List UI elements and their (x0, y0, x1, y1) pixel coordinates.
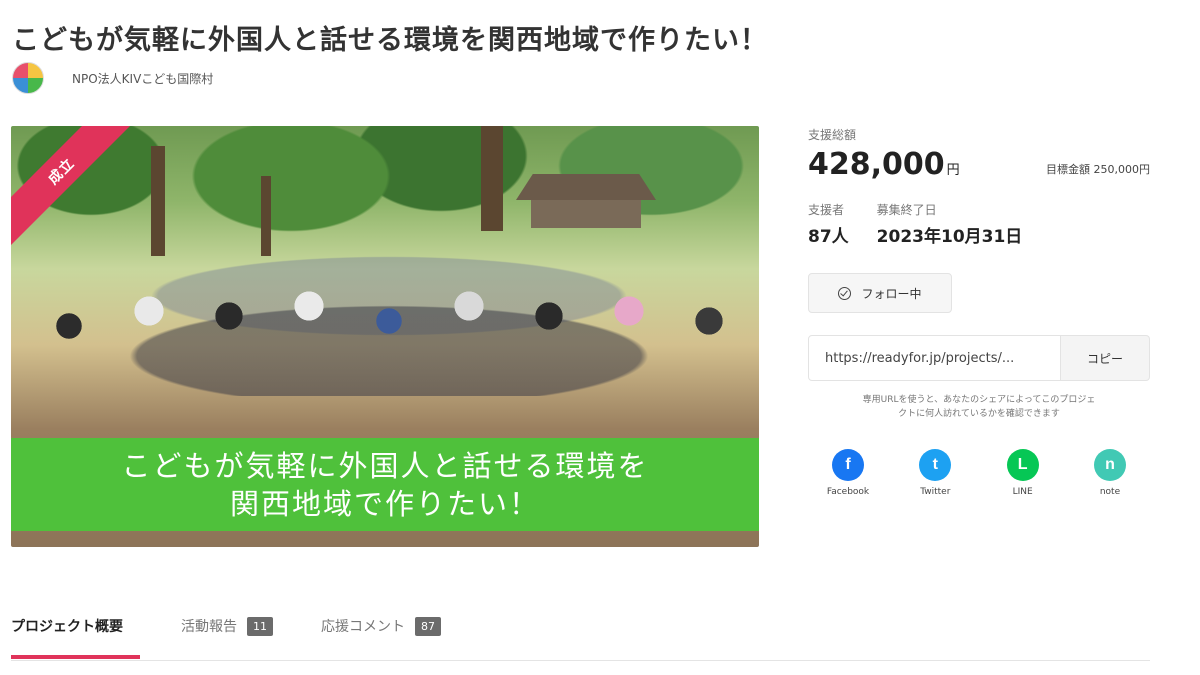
total-label: 支援総額 (808, 128, 857, 142)
end-date-value: 2023年10月31日 (876, 227, 1023, 247)
currency-label: 円 (946, 163, 960, 178)
twitter-icon[interactable]: t (919, 449, 952, 481)
owner-avatar[interactable] (12, 62, 44, 94)
goal-amount: 目標金額 250,000円 (1046, 163, 1150, 176)
share-line[interactable]: L LINE (993, 449, 1053, 497)
share-note-line-2: クトに何人訪れているかを確認できます (898, 409, 1060, 419)
share-buttons: f Facebook t Twitter L LINE n note (808, 449, 1150, 497)
share-twitter[interactable]: t Twitter (905, 449, 965, 497)
banner-line-1: こどもが気軽に外国人と話せる環境を (121, 448, 649, 483)
support-panel: 支援総額 428,000 円 目標金額 250,000円 支援者 87人 募集終了… (808, 126, 1150, 497)
supporters-value: 87人 (808, 227, 849, 247)
project-title: こどもが気軽に外国人と話せる環境を関西地域で作りたい！ (12, 25, 768, 56)
tab-comments-label: 応援コメント (321, 619, 405, 635)
share-note-line-1: 専用URLを使うと、あなたのシェアによってこのプロジェ (862, 395, 1096, 405)
supporters-label: 支援者 (808, 203, 845, 217)
line-icon[interactable]: L (1006, 449, 1039, 481)
owner-info[interactable]: NPO法人KIVこども国際村 (12, 62, 213, 94)
tab-overview[interactable]: プロジェクト概要 (11, 616, 123, 636)
share-url-row: https://readyfor.jp/projects/... コピー (808, 335, 1150, 381)
gazebo-roof (516, 174, 656, 200)
hero-image: こどもが気軽に外国人と話せる環境を 関西地域で作りたい！ 成立 (11, 126, 759, 547)
share-facebook[interactable]: f Facebook (818, 449, 878, 497)
tab-comments[interactable]: 応援コメント 87 (321, 616, 441, 636)
stats-row: 支援者 87人 募集終了日 2023年10月31日 (808, 201, 1150, 247)
copy-button[interactable]: コピー (1061, 335, 1150, 381)
share-note-button[interactable]: n note (1080, 449, 1140, 497)
tab-overview-label: プロジェクト概要 (11, 619, 123, 635)
supporters-stat: 支援者 87人 (808, 201, 849, 247)
share-note: 専用URLを使うと、あなたのシェアによってこのプロジェ クトに何人訪れているかを… (808, 393, 1150, 421)
share-label: LINE (1012, 487, 1033, 497)
owner-name[interactable]: NPO法人KIVこども国際村 (72, 70, 213, 87)
hero-banner: こどもが気軽に外国人と話せる環境を 関西地域で作りたい！ (11, 438, 759, 531)
follow-button-label: フォロー中 (861, 286, 922, 301)
total-amount: 428,000 (808, 147, 945, 182)
follow-button[interactable]: フォロー中 (808, 273, 952, 313)
active-tab-indicator (11, 655, 140, 659)
share-label: Twitter (920, 487, 951, 497)
end-date-stat: 募集終了日 2023年10月31日 (877, 201, 1023, 247)
group-photo-crowd (29, 216, 749, 396)
check-circle-icon (838, 286, 852, 300)
comments-count-badge: 87 (415, 616, 441, 636)
facebook-icon[interactable]: f (832, 449, 864, 481)
tab-activity-label: 活動報告 (181, 619, 237, 635)
project-tabs: プロジェクト概要 活動報告 11 応援コメント 87 (11, 612, 1150, 661)
banner-line-2: 関西地域で作りたい！ (229, 486, 540, 521)
share-label: Facebook (826, 487, 870, 497)
activity-count-badge: 11 (247, 616, 273, 636)
note-icon[interactable]: n (1093, 449, 1126, 481)
amount-row: 428,000 円 目標金額 250,000円 (808, 147, 1150, 187)
end-date-label: 募集終了日 (876, 203, 937, 217)
tab-activity-reports[interactable]: 活動報告 11 (181, 616, 273, 636)
share-label: note (1099, 487, 1121, 497)
share-url-field[interactable]: https://readyfor.jp/projects/... (808, 335, 1061, 381)
